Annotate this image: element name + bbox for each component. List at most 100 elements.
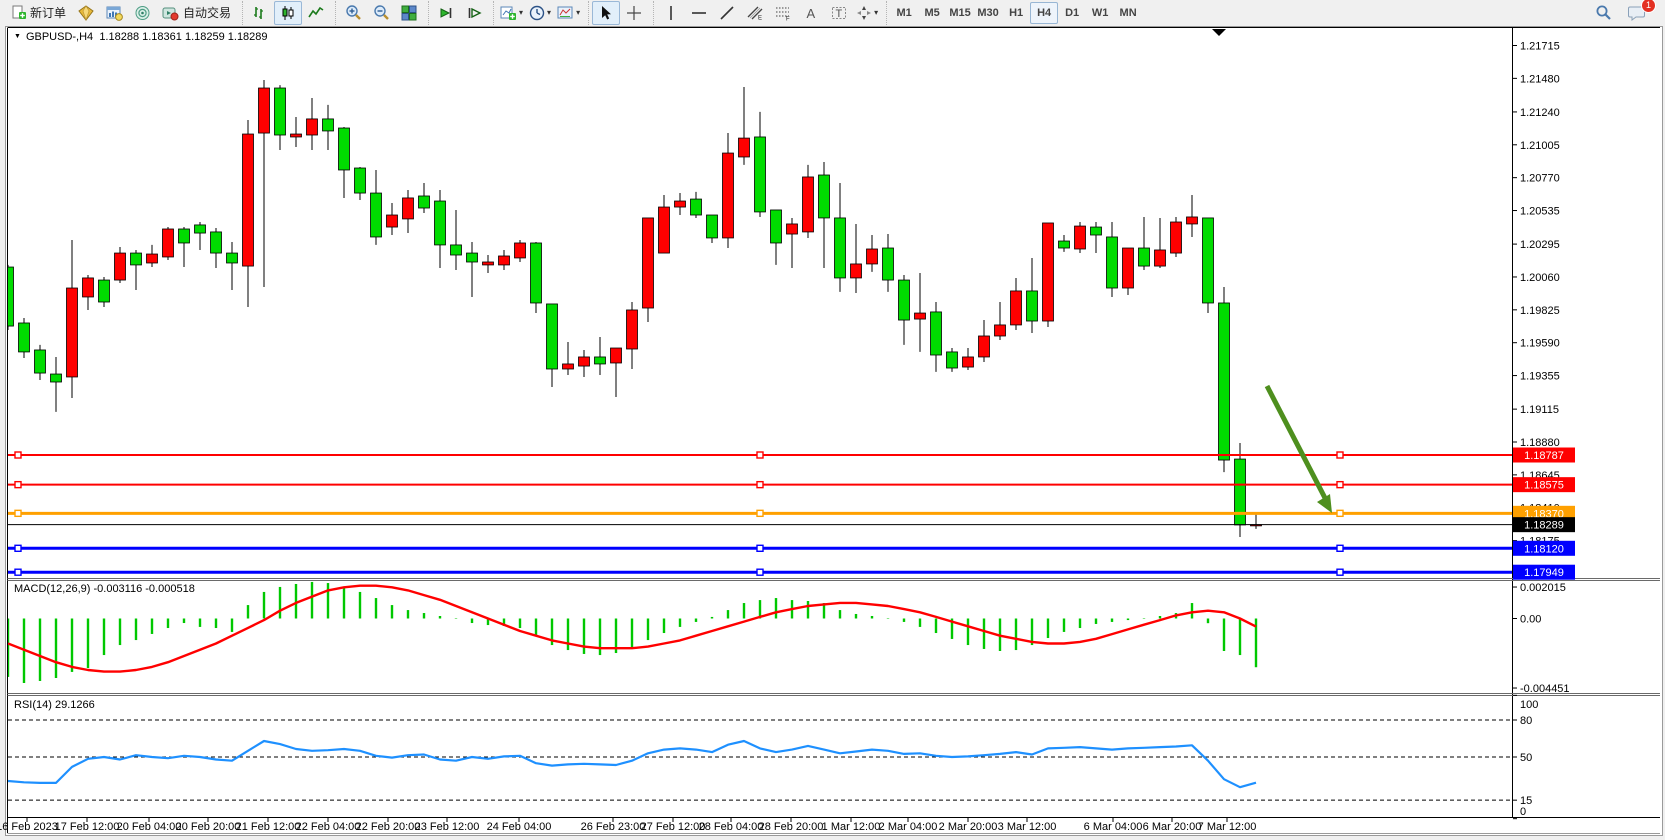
macd-indicator-label: MACD(12,26,9) -0.003116 -0.000518 <box>14 583 195 595</box>
candle-body <box>851 264 862 278</box>
candle-body <box>771 210 782 243</box>
candle-body <box>419 196 430 208</box>
line-handle[interactable] <box>15 510 21 516</box>
collapse-triangle-icon: ▼ <box>14 33 21 40</box>
svg-text:1 Mar 12:00: 1 Mar 12:00 <box>822 821 881 833</box>
candle-body <box>963 357 974 367</box>
candle-body <box>275 88 286 135</box>
svg-text:0.002015: 0.002015 <box>1520 582 1566 594</box>
candle-body <box>387 215 398 227</box>
candle-body <box>307 119 318 135</box>
line-handle[interactable] <box>757 482 763 488</box>
line-handle[interactable] <box>1337 452 1343 458</box>
candle-body <box>1091 227 1102 235</box>
svg-text:1.20770: 1.20770 <box>1520 173 1560 185</box>
svg-text:3 Mar 12:00: 3 Mar 12:00 <box>998 821 1057 833</box>
line-handle[interactable] <box>1337 510 1343 516</box>
svg-text:1.21240: 1.21240 <box>1520 107 1560 119</box>
line-handle[interactable] <box>757 452 763 458</box>
chart-canvas[interactable]: 1.217151.214801.212401.210051.207701.205… <box>0 0 1665 840</box>
candle-body <box>899 280 910 320</box>
svg-text:2 Mar 04:00: 2 Mar 04:00 <box>879 821 938 833</box>
candle-body <box>691 199 702 215</box>
chart-plot-area[interactable] <box>8 28 1512 578</box>
line-handle[interactable] <box>1337 569 1343 575</box>
candle-body <box>1043 223 1054 321</box>
candle-body <box>579 357 590 366</box>
line-handle[interactable] <box>15 482 21 488</box>
svg-text:1.17949: 1.17949 <box>1524 567 1564 579</box>
svg-text:1.20060: 1.20060 <box>1520 272 1560 284</box>
line-handle[interactable] <box>1337 482 1343 488</box>
candle-body <box>995 325 1006 336</box>
candle-body <box>595 357 606 364</box>
candle-body <box>531 243 542 303</box>
svg-text:7 Mar 12:00: 7 Mar 12:00 <box>1198 821 1257 833</box>
svg-text:1.20295: 1.20295 <box>1520 239 1560 251</box>
candle-body <box>1203 218 1214 303</box>
svg-text:22 Feb 04:00: 22 Feb 04:00 <box>296 821 361 833</box>
svg-text:1.21480: 1.21480 <box>1520 73 1560 85</box>
rsi-value: 29.1266 <box>55 699 95 711</box>
svg-text:50: 50 <box>1520 752 1532 764</box>
candle-body <box>803 177 814 232</box>
candle-body <box>83 278 94 297</box>
svg-text:22 Feb 20:00: 22 Feb 20:00 <box>356 821 421 833</box>
candle-body <box>339 128 350 170</box>
candle-body <box>259 88 270 133</box>
svg-text:23 Feb 12:00: 23 Feb 12:00 <box>415 821 480 833</box>
candle-body <box>67 288 78 377</box>
candle-body <box>1123 248 1134 288</box>
svg-text:1.19355: 1.19355 <box>1520 371 1560 383</box>
candle-body <box>563 364 574 369</box>
candle-body <box>1027 291 1038 321</box>
candle-body <box>675 201 686 207</box>
candle-body <box>547 304 558 369</box>
candle-body <box>931 312 942 355</box>
candle-body <box>1139 248 1150 266</box>
svg-text:-0.004451: -0.004451 <box>1520 683 1570 695</box>
svg-text:1.19825: 1.19825 <box>1520 305 1560 317</box>
candle-body <box>1171 222 1182 253</box>
macd-values: -0.003116 -0.000518 <box>93 583 194 595</box>
line-handle[interactable] <box>15 452 21 458</box>
candle-body <box>1107 237 1118 288</box>
candle-body <box>1219 303 1230 460</box>
svg-text:1.20535: 1.20535 <box>1520 206 1560 218</box>
svg-text:100: 100 <box>1520 699 1538 711</box>
candle-body <box>115 253 126 280</box>
candle-body <box>3 267 14 326</box>
svg-text:0.00: 0.00 <box>1520 614 1541 626</box>
candle-body <box>867 249 878 264</box>
svg-text:2 Mar 20:00: 2 Mar 20:00 <box>939 821 998 833</box>
candle-body <box>659 207 670 253</box>
candle-body <box>435 201 446 245</box>
candle-body <box>131 253 142 265</box>
svg-text:27 Feb 12:00: 27 Feb 12:00 <box>641 821 706 833</box>
svg-text:1.19115: 1.19115 <box>1520 404 1559 416</box>
svg-text:16 Feb 2023: 16 Feb 2023 <box>0 821 58 833</box>
svg-text:1.18575: 1.18575 <box>1524 480 1564 492</box>
candle-body <box>499 256 510 265</box>
svg-text:80: 80 <box>1520 715 1532 727</box>
line-handle[interactable] <box>757 569 763 575</box>
svg-text:26 Feb 23:00: 26 Feb 23:00 <box>581 821 646 833</box>
line-handle[interactable] <box>15 569 21 575</box>
candle-body <box>611 348 622 363</box>
candle-body <box>163 229 174 257</box>
svg-text:28 Feb 04:00: 28 Feb 04:00 <box>699 821 764 833</box>
candle-body <box>739 138 750 157</box>
svg-text:20 Feb 04:00: 20 Feb 04:00 <box>117 821 182 833</box>
candle-body <box>947 352 958 368</box>
line-handle[interactable] <box>1337 545 1343 551</box>
candle-body <box>707 215 718 238</box>
candle-body <box>195 225 206 233</box>
line-handle[interactable] <box>757 545 763 551</box>
svg-text:28 Feb 20:00: 28 Feb 20:00 <box>759 821 824 833</box>
chart-symbol-period: GBPUSD-,H4 <box>26 31 93 43</box>
candle-body <box>51 374 62 382</box>
line-handle[interactable] <box>757 510 763 516</box>
svg-text:1.18880: 1.18880 <box>1520 437 1560 449</box>
line-handle[interactable] <box>15 545 21 551</box>
candle-body <box>35 350 46 373</box>
